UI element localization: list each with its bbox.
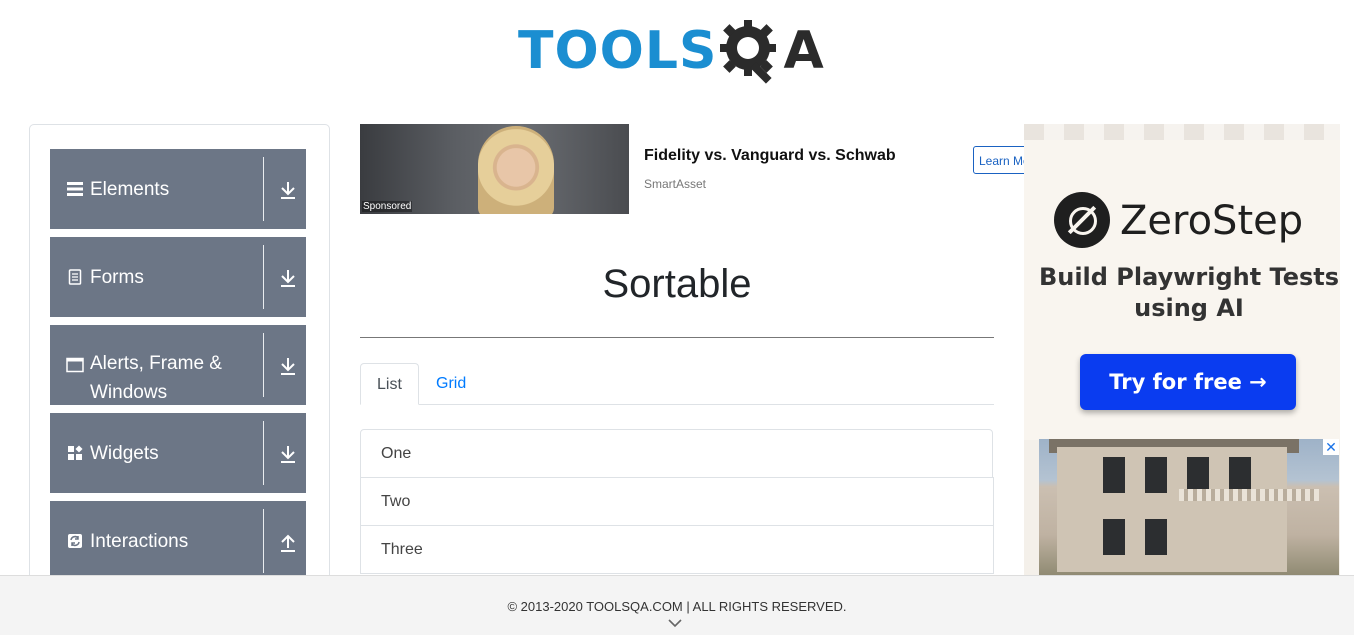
sidebar-group-label: Forms <box>90 266 144 288</box>
close-icon[interactable]: ✕ <box>1323 439 1339 455</box>
title-divider <box>360 337 994 338</box>
ad-pattern-strip <box>1024 124 1340 140</box>
document-icon <box>66 268 84 286</box>
zerostep-ad-card[interactable]: ZeroStep Build Playwright Tests using AI… <box>1024 140 1340 440</box>
sortable-list: One Two Three <box>360 429 994 574</box>
sidebar: Elements Forms Alerts, Frame & Windows W… <box>29 124 330 594</box>
chevron-down-icon[interactable] <box>667 617 683 629</box>
house-ad-image[interactable]: ✕ <box>1039 439 1339 576</box>
widgets-icon <box>66 444 84 462</box>
logo-text-tools: TOOLS <box>518 21 718 81</box>
page-title: Sortable <box>602 262 752 306</box>
try-for-free-button[interactable]: Try for free → <box>1080 354 1296 410</box>
sidebar-group-label: Widgets <box>90 442 159 464</box>
house-facade <box>1057 447 1287 572</box>
house-window <box>1229 457 1251 493</box>
download-arrow-icon[interactable] <box>278 443 298 465</box>
upload-arrow-icon[interactable] <box>278 531 298 553</box>
footer: © 2013-2020 TOOLSQA.COM | ALL RIGHTS RES… <box>0 575 1354 635</box>
sidebar-group-alerts-frame-windows[interactable]: Alerts, Frame & Windows <box>50 325 306 405</box>
gear-magnifier-icon <box>720 20 777 84</box>
sidebar-group-forms[interactable]: Forms <box>50 237 306 317</box>
sidebar-group-interactions[interactable]: Interactions <box>50 501 306 581</box>
sidebar-group-widgets[interactable]: Widgets <box>50 413 306 493</box>
divider <box>263 245 264 309</box>
interactions-icon <box>66 532 84 550</box>
house-window <box>1145 457 1167 493</box>
ad-image[interactable]: Sponsored <box>360 124 629 214</box>
sidebar-group-label: Interactions <box>90 530 189 552</box>
zerostep-logo-icon <box>1054 192 1110 248</box>
house-balcony <box>1179 489 1319 501</box>
divider <box>263 509 264 573</box>
house-window <box>1187 457 1209 493</box>
divider <box>263 333 264 397</box>
divider <box>263 421 264 485</box>
list-item[interactable]: Two <box>360 477 994 526</box>
sidebar-group-label: Elements <box>90 178 170 200</box>
list-item[interactable]: One <box>360 429 993 478</box>
ad-person-photo <box>478 126 554 214</box>
zerostep-tagline: Build Playwright Tests using AI <box>1038 263 1340 322</box>
download-arrow-icon[interactable] <box>278 179 298 201</box>
window-icon <box>66 356 84 374</box>
tab-bar: List Grid <box>360 363 994 405</box>
header: TOOLS A <box>0 0 1354 110</box>
ad-source: SmartAsset <box>644 177 707 191</box>
hamburger-icon <box>66 180 84 198</box>
side-ad[interactable]: ZeroStep Build Playwright Tests using AI… <box>1024 124 1340 576</box>
house-window <box>1103 519 1125 555</box>
house-window <box>1103 457 1125 493</box>
ad-title[interactable]: Fidelity vs. Vanguard vs. Schwab <box>644 147 896 165</box>
tab-list[interactable]: List <box>360 363 419 405</box>
download-arrow-icon[interactable] <box>278 355 298 377</box>
zerostep-brand: ZeroStep <box>1120 198 1304 244</box>
sidebar-group-elements[interactable]: Elements <box>50 149 306 229</box>
download-arrow-icon[interactable] <box>278 267 298 289</box>
list-item[interactable]: Three <box>360 525 994 574</box>
footer-copyright: © 2013-2020 TOOLSQA.COM | ALL RIGHTS RES… <box>507 599 847 614</box>
house-window <box>1145 519 1167 555</box>
tab-grid[interactable]: Grid <box>420 363 482 405</box>
logo-text-a: A <box>783 21 824 81</box>
sponsored-ad-banner[interactable]: Sponsored Fidelity vs. Vanguard vs. Schw… <box>360 124 1033 216</box>
divider <box>263 157 264 221</box>
sponsored-label: Sponsored <box>362 201 413 212</box>
sidebar-group-label: Alerts, Frame & Windows <box>90 353 222 403</box>
toolsqa-logo[interactable]: TOOLS A <box>518 16 824 86</box>
